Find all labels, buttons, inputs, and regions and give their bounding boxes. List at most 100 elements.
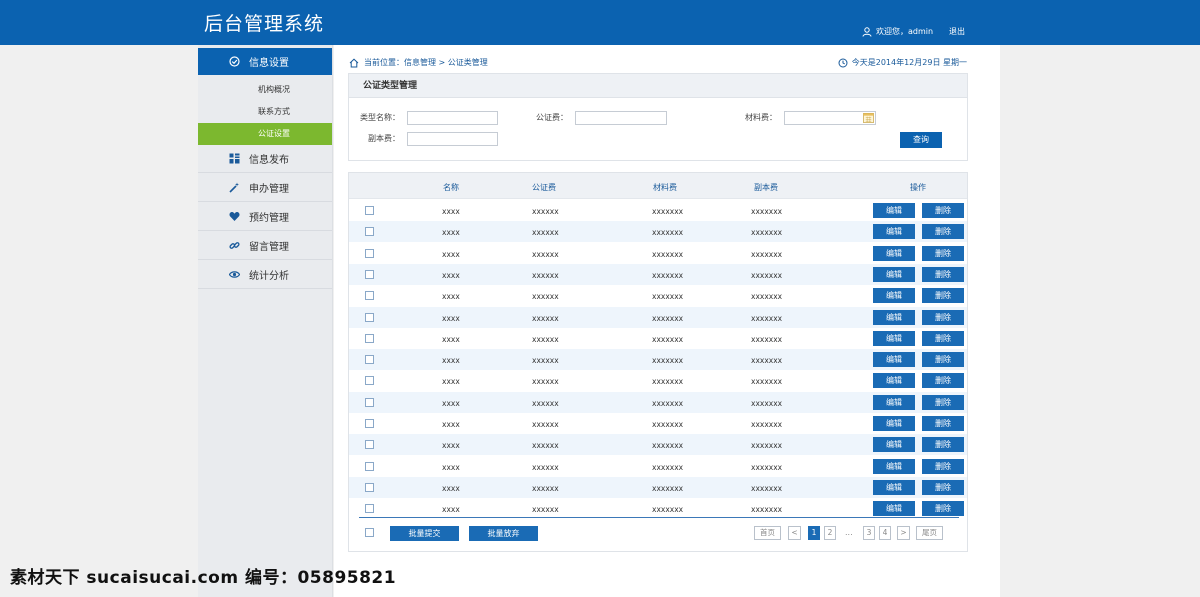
sidebar-subitem-contact[interactable]: 联系方式 [198,101,332,123]
sidebar-group-info-settings[interactable]: 信息设置 [198,48,332,75]
batch-discard-button[interactable]: 批量放弃 [469,526,538,541]
delete-button[interactable]: 删除 [922,394,964,410]
sidebar-subitem-org-overview[interactable]: 机构概况 [198,79,332,101]
cell-notary-fee: xxxxxx [532,313,559,323]
delete-button[interactable]: 删除 [922,288,964,304]
watermark: 素材天下 sucaisucai.com 编号：05895821 [10,568,397,588]
edit-button[interactable]: 编辑 [873,288,915,304]
user-welcome: 欢迎您，admin [862,26,933,37]
cell-name: xxxx [442,313,460,323]
pager-page-4[interactable]: 4 [879,526,891,540]
row-checkbox[interactable] [365,461,374,471]
sidebar-item-info-publish[interactable]: 信息发布 [198,145,332,173]
batch-submit-button[interactable]: 批量提交 [390,526,459,541]
cell-notary-fee: xxxxxx [532,249,559,259]
edit-button[interactable]: 编辑 [873,501,915,517]
row-checkbox[interactable] [365,312,374,322]
pager-first[interactable]: 首页 [754,526,781,540]
calendar-icon[interactable] [863,112,874,123]
edit-button[interactable]: 编辑 [873,309,915,325]
delete-button[interactable]: 删除 [922,330,964,346]
edit-button[interactable]: 编辑 [873,224,915,240]
cell-material-fee: xxxxxxx [652,505,684,515]
pager-last[interactable]: 尾页 [916,526,943,540]
delete-button[interactable]: 删除 [922,266,964,282]
edit-button[interactable]: 编辑 [873,416,915,431]
table-bottom-line [359,517,959,518]
row-checkbox[interactable] [365,206,374,215]
magic-wand-icon [229,182,239,193]
edit-button[interactable]: 编辑 [873,373,915,389]
row-checkbox[interactable] [365,376,374,386]
delete-button[interactable]: 删除 [922,479,964,495]
delete-button[interactable]: 删除 [922,501,964,517]
cell-copy-fee: xxxxxxx [751,228,783,238]
app-title: 后台管理系统 [204,13,325,35]
notary-fee-input[interactable] [575,111,667,125]
cell-copy-fee: xxxxxxx [751,207,783,216]
table-row: xxxx xxxxxx xxxxxxx xxxxxxx 编辑 删除 [349,456,967,477]
edit-button[interactable]: 编辑 [873,330,915,346]
type-name-input[interactable] [407,111,498,125]
edit-button[interactable]: 编辑 [873,245,915,261]
sidebar-item-appointment[interactable]: 预约管理 [198,203,332,231]
delete-button[interactable]: 删除 [922,458,964,474]
data-table: 名称 公证费 材料费 副本费 操作 xxxx xxxxxx xxxxxxx xxxxx… [348,172,968,552]
delete-button[interactable]: 删除 [922,373,964,389]
row-checkbox[interactable] [365,482,374,492]
pager-next[interactable]: > [897,526,910,540]
row-checkbox[interactable] [365,355,374,365]
edit-button[interactable]: 编辑 [873,352,915,368]
sidebar-item-application[interactable]: 申办管理 [198,174,332,202]
cell-material-fee: xxxxxxx [652,249,684,259]
pager-page-2[interactable]: 2 [824,526,836,540]
row-checkbox[interactable] [365,227,374,237]
delete-button[interactable]: 删除 [922,203,964,218]
edit-button[interactable]: 编辑 [873,479,915,495]
sidebar-item-messages[interactable]: 留言管理 [198,232,332,260]
row-checkbox[interactable] [365,440,374,450]
col-header-copy-fee: 副本费 [754,183,778,192]
cell-notary-fee: xxxxxx [532,270,559,280]
pager-page-1[interactable]: 1 [808,526,820,540]
row-checkbox[interactable] [365,397,374,407]
delete-button[interactable]: 删除 [922,224,964,240]
cell-copy-fee: xxxxxxx [751,420,783,429]
row-checkbox[interactable] [365,504,374,514]
row-checkbox[interactable] [365,248,374,258]
cell-material-fee: xxxxxxx [652,334,684,344]
select-all-checkbox[interactable] [365,528,374,537]
breadcrumb: 当前位置：信息管理 > 公证类管理 [349,57,488,68]
edit-button[interactable]: 编辑 [873,458,915,474]
row-checkbox[interactable] [365,269,374,279]
delete-button[interactable]: 删除 [922,352,964,368]
pager-prev[interactable]: < [788,526,801,540]
delete-button[interactable]: 删除 [922,416,964,431]
pager-page-3[interactable]: 3 [863,526,875,540]
top-bar: 后台管理系统 欢迎您，admin 退出 [0,0,1200,45]
sidebar-subitem-notary-settings[interactable]: 公证设置 [198,123,332,145]
logout-link[interactable]: 退出 [949,26,965,37]
cell-material-fee: xxxxxxx [652,441,684,451]
row-checkbox[interactable] [365,291,374,301]
row-checkbox[interactable] [365,333,374,343]
cell-copy-fee: xxxxxxx [751,462,783,472]
delete-button[interactable]: 删除 [922,437,964,453]
row-checkbox[interactable] [365,419,374,428]
edit-button[interactable]: 编辑 [873,394,915,410]
delete-button[interactable]: 删除 [922,309,964,325]
table-row: xxxx xxxxxx xxxxxxx xxxxxxx 编辑 删除 [349,221,967,243]
query-button[interactable]: 查询 [900,132,942,148]
edit-button[interactable]: 编辑 [873,266,915,282]
edit-button[interactable]: 编辑 [873,203,915,218]
delete-button[interactable]: 删除 [922,245,964,261]
table-row: xxxx xxxxxx xxxxxxx xxxxxxx 编辑 删除 [349,263,967,285]
edit-button[interactable]: 编辑 [873,437,915,453]
cell-material-fee: xxxxxxx [652,228,684,238]
cell-copy-fee: xxxxxxx [751,334,783,344]
cell-name: xxxx [442,441,460,451]
welcome-text: 欢迎您，admin [876,27,934,36]
copy-fee-input[interactable] [407,132,498,146]
breadcrumb-text: 当前位置：信息管理 > 公证类管理 [364,58,488,67]
sidebar-item-statistics[interactable]: 统计分析 [198,261,332,289]
